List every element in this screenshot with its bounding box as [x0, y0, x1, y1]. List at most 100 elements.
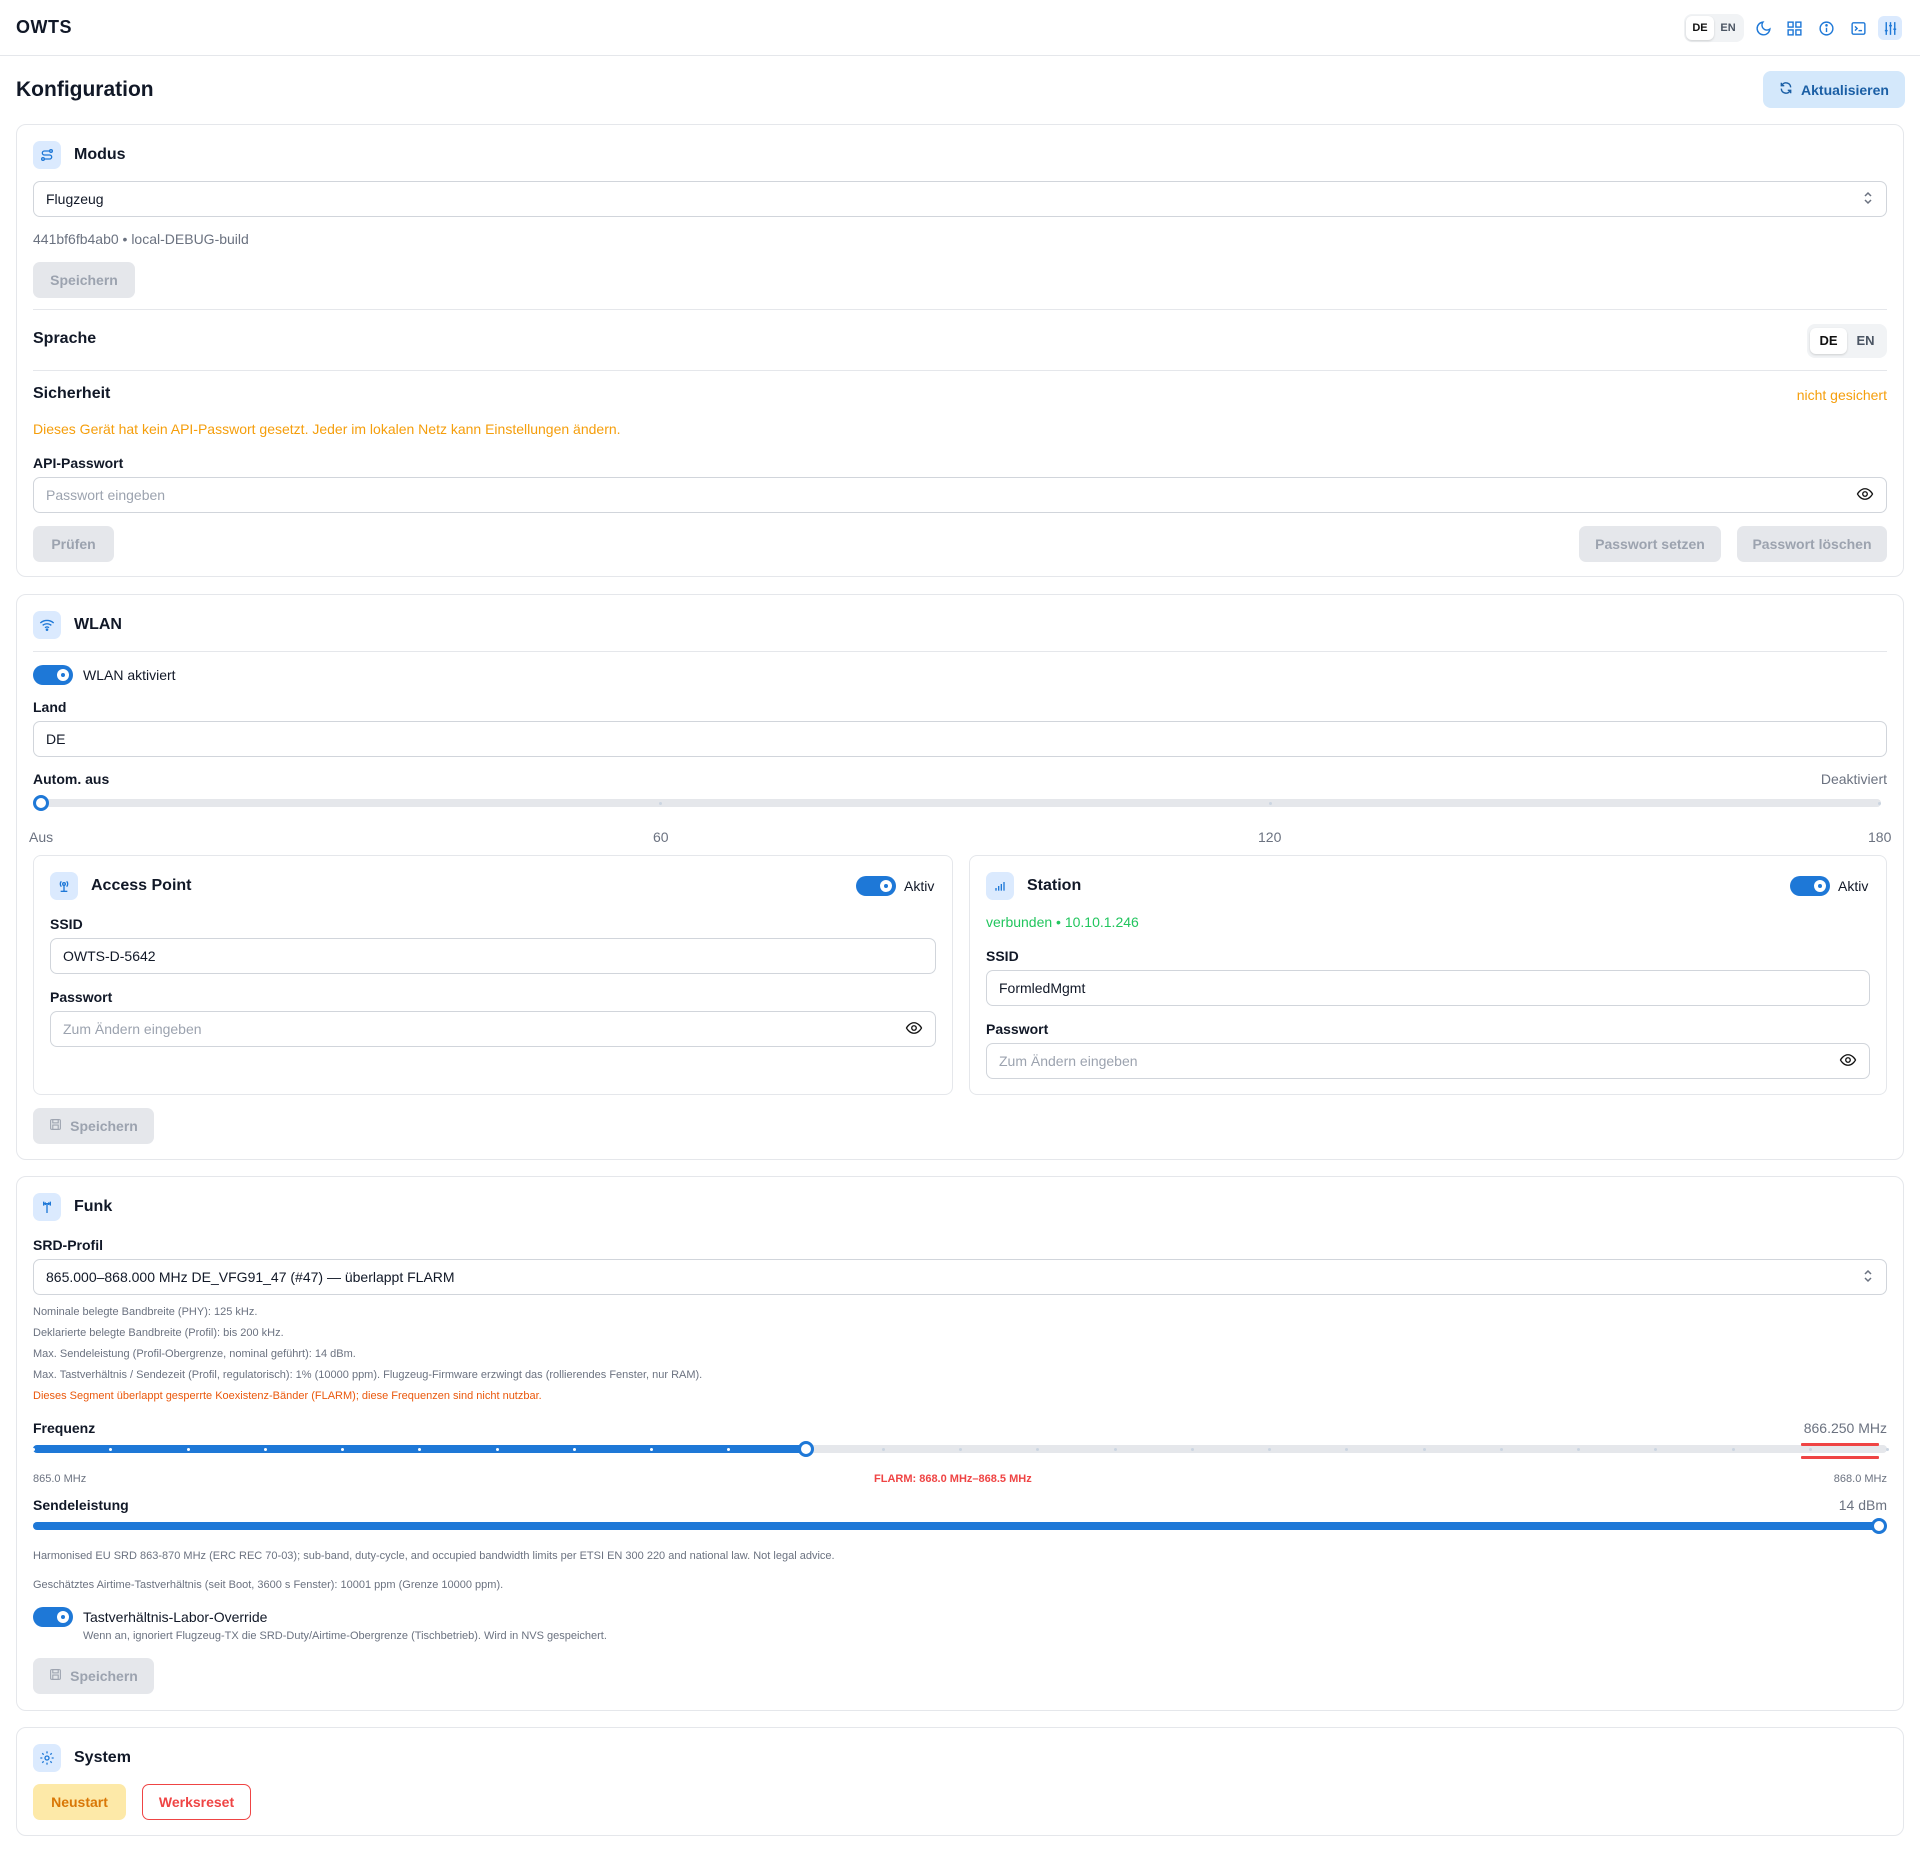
refresh-icon — [1779, 81, 1793, 98]
refresh-label: Aktualisieren — [1801, 81, 1889, 98]
route-icon — [33, 141, 61, 169]
sprache-option-en[interactable]: EN — [1847, 328, 1884, 354]
auto-off-slider[interactable] — [41, 799, 1881, 807]
modus-header: Modus — [33, 141, 126, 169]
api-password-input[interactable]: Passwort eingeben — [33, 477, 1887, 513]
station-active-toggle[interactable] — [1790, 876, 1830, 896]
overlap-warning: Dieses Segment überlappt gesperrte Koexi… — [33, 1390, 542, 1402]
country-input[interactable]: DE — [33, 721, 1887, 757]
modus-card: Modus Flugzeug 441bf6fb4ab0 • local-DEBU… — [16, 124, 1904, 577]
slider-tick — [1269, 802, 1272, 805]
chevron-updown-icon — [1862, 1269, 1874, 1286]
auto-off-slider-thumb[interactable] — [33, 795, 49, 811]
auto-off-tick-aus: Aus — [29, 829, 54, 845]
funk-save-button[interactable]: Speichern — [33, 1658, 154, 1694]
set-password-button[interactable]: Passwort setzen — [1579, 526, 1721, 562]
build-info: 441bf6fb4ab0 • local-DEBUG-build — [33, 231, 249, 247]
frequency-step-tick — [341, 1448, 344, 1451]
station-title: Station — [1027, 877, 1082, 894]
sprache-switcher[interactable]: DE EN — [1807, 324, 1887, 358]
language-switcher[interactable]: DE EN — [1684, 14, 1744, 42]
frequency-step-tick — [650, 1448, 653, 1451]
wlan-enabled-toggle[interactable] — [33, 665, 73, 685]
auto-off-tick-180: 180 — [1868, 829, 1892, 845]
access-point-active-toggle[interactable] — [856, 876, 896, 896]
frequency-step-tick — [1190, 1448, 1194, 1451]
station-header: Station — [986, 872, 1081, 900]
delete-password-button[interactable]: Passwort löschen — [1737, 526, 1887, 562]
eye-icon[interactable] — [905, 1019, 923, 1040]
sprache-title: Sprache — [33, 330, 97, 347]
auto-off-tick-120: 120 — [1258, 829, 1282, 845]
access-point-title: Access Point — [91, 877, 192, 894]
frequency-step-tick — [1886, 1448, 1889, 1451]
wlan-enabled-label: WLAN aktiviert — [83, 667, 176, 683]
sta-password-placeholder: Zum Ändern eingeben — [999, 1053, 1138, 1069]
power-value: 14 dBm — [1838, 1497, 1887, 1513]
grid-icon[interactable] — [1782, 16, 1806, 40]
frequency-step-tick — [32, 1448, 35, 1451]
funk-header: Funk — [33, 1193, 112, 1221]
frequency-step-tick — [1499, 1448, 1503, 1451]
frequency-step-tick — [1577, 1448, 1580, 1451]
srd-profile-select[interactable]: 865.000–868.000 MHz DE_VFG91_47 (#47) — … — [33, 1259, 1887, 1295]
signal-bars-icon — [986, 872, 1014, 900]
frequency-value: 866.250 MHz — [1803, 1420, 1887, 1436]
ap-ssid-input[interactable]: OWTS-D-5642 — [50, 938, 936, 974]
gear-icon — [33, 1744, 61, 1772]
sta-ssid-input[interactable]: FormledMgmt — [986, 970, 1870, 1006]
lang-option-en[interactable]: EN — [1714, 16, 1742, 40]
frequency-step-tick — [186, 1448, 190, 1451]
power-slider[interactable] — [33, 1522, 1879, 1530]
srd-profile-label: SRD-Profil — [33, 1237, 103, 1253]
frequency-slider-thumb[interactable] — [797, 1441, 814, 1457]
sliders-icon[interactable] — [1878, 16, 1902, 40]
access-point-header: Access Point — [50, 872, 191, 900]
funk-card: Funk SRD-Profil 865.000–868.000 MHz DE_V… — [16, 1176, 1904, 1711]
frequency-step-tick — [1113, 1448, 1117, 1451]
ap-password-input[interactable]: Zum Ändern eingeben — [50, 1011, 936, 1047]
sta-ssid-label: SSID — [986, 948, 1019, 964]
frequency-step-tick — [881, 1448, 885, 1451]
check-password-button[interactable]: Prüfen — [33, 526, 114, 562]
eye-icon[interactable] — [1856, 485, 1874, 506]
wlan-save-button[interactable]: Speichern — [33, 1108, 154, 1144]
divider — [33, 370, 1887, 371]
sprache-option-de[interactable]: DE — [1810, 328, 1847, 354]
sta-password-input[interactable]: Zum Ändern eingeben — [986, 1043, 1870, 1079]
security-warning: Dieses Gerät hat kein API-Passwort geset… — [33, 421, 621, 437]
info-icon[interactable] — [1814, 16, 1838, 40]
slider-tick — [659, 802, 662, 805]
lang-option-de[interactable]: DE — [1686, 16, 1714, 40]
frequency-step-tick — [1731, 1448, 1735, 1451]
note-duty-cycle: Max. Tastverhältnis / Sendezeit (Profil,… — [33, 1369, 703, 1381]
frequency-step-tick — [1808, 1448, 1812, 1451]
frequency-step-tick — [495, 1448, 499, 1451]
legal-note: Harmonised EU SRD 863-870 MHz (ERC REC 7… — [33, 1550, 835, 1562]
frequency-step-tick — [1422, 1448, 1426, 1451]
refresh-button[interactable]: Aktualisieren — [1763, 71, 1905, 108]
sta-ssid-value: FormledMgmt — [999, 980, 1086, 996]
modus-select[interactable]: Flugzeug — [33, 181, 1887, 217]
duty-override-toggle[interactable] — [33, 1607, 73, 1627]
page-title: Konfiguration — [16, 78, 154, 101]
funk-title: Funk — [74, 1198, 113, 1215]
access-point-active-label: Aktiv — [904, 878, 935, 894]
api-password-label: API-Passwort — [33, 455, 124, 471]
sicherheit-title: Sicherheit — [33, 385, 111, 402]
duty-override-label: Tastverhältnis-Labor-Override — [83, 1609, 268, 1625]
station-active-label: Aktiv — [1838, 878, 1869, 894]
system-header: System — [33, 1744, 131, 1772]
power-slider-thumb[interactable] — [1871, 1518, 1887, 1534]
auto-off-tick-60: 60 — [653, 829, 669, 845]
moon-icon[interactable] — [1751, 16, 1775, 40]
eye-icon[interactable] — [1839, 1051, 1857, 1072]
wlan-title: WLAN — [74, 616, 122, 633]
restart-button[interactable]: Neustart — [33, 1784, 126, 1820]
modus-save-button[interactable]: Speichern — [33, 262, 135, 298]
terminal-icon[interactable] — [1846, 16, 1870, 40]
wlan-header: WLAN — [33, 611, 122, 639]
slider-tick — [1878, 802, 1881, 805]
factory-reset-button[interactable]: Werksreset — [142, 1784, 251, 1820]
modus-title: Modus — [74, 146, 126, 163]
